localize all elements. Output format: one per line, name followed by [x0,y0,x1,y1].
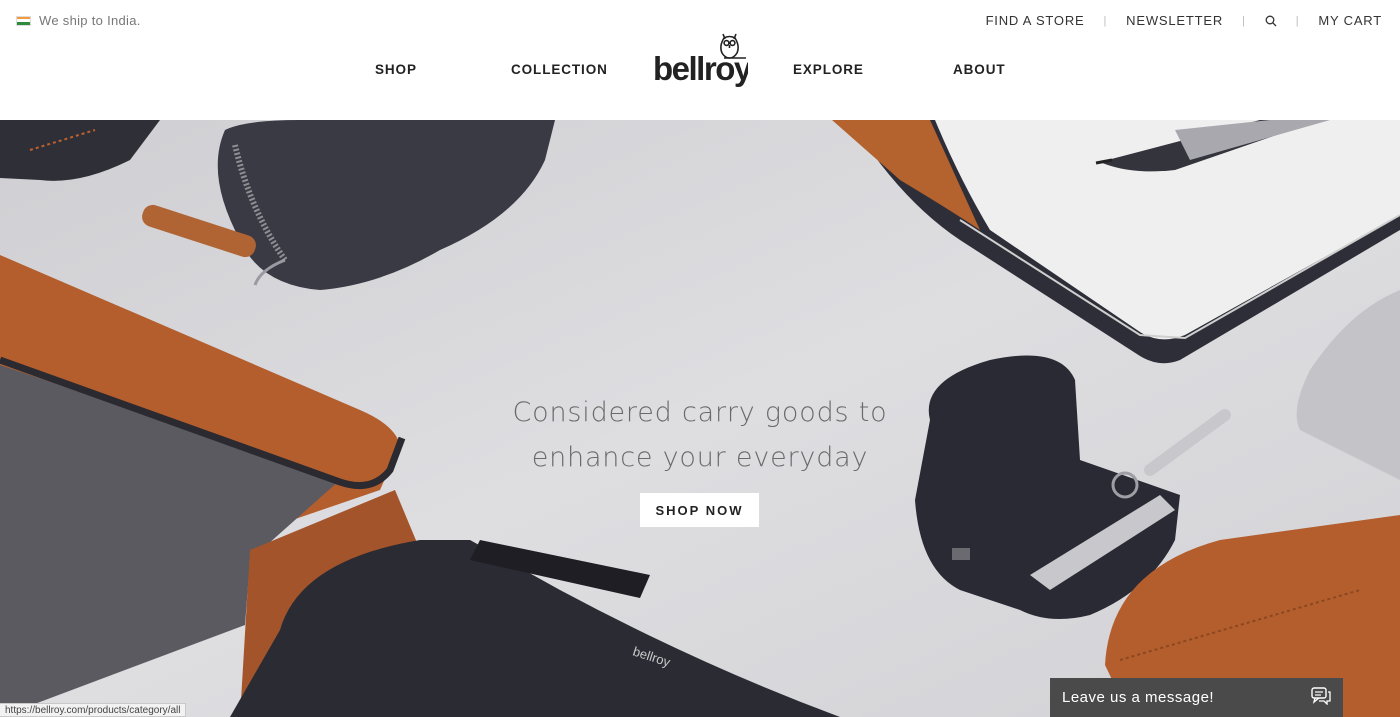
india-flag-icon [16,15,31,26]
divider: | [1103,14,1108,27]
nav-explore[interactable]: EXPLORE [793,62,864,77]
chat-bubbles-icon [1311,686,1331,709]
nav-collection[interactable]: COLLECTION [511,62,608,77]
nav-shop[interactable]: SHOP [375,62,417,77]
bellroy-logo[interactable]: bellroy [652,28,754,92]
newsletter-link[interactable]: NEWSLETTER [1126,13,1223,28]
hero-banner: bellroy Considered carry goods to enhanc… [0,120,1400,717]
shipping-notice[interactable]: We ship to India. [16,13,141,28]
logo-wordmark: bellroy [653,50,748,87]
my-cart-link[interactable]: MY CART [1318,13,1382,28]
utility-nav: FIND A STORE | NEWSLETTER | | MY CART [986,13,1382,28]
find-a-store-link[interactable]: FIND A STORE [986,13,1085,28]
divider: | [1295,14,1300,27]
leave-message-chat-button[interactable]: Leave us a message! [1050,678,1343,717]
shop-now-button[interactable]: SHOP NOW [640,493,759,527]
hero-tagline-line-2: enhance your everyday [531,442,869,473]
search-icon[interactable] [1265,15,1277,27]
chat-label: Leave us a message! [1062,689,1215,706]
divider: | [1242,14,1246,27]
shipping-text: We ship to India. [39,13,141,28]
site-header: We ship to India. FIND A STORE | NEWSLET… [0,0,1400,120]
nav-about[interactable]: ABOUT [953,62,1006,77]
hero-tagline-line-1: Considered carry goods to [512,397,888,428]
link-status-bar: https://bellroy.com/products/category/al… [0,703,187,717]
